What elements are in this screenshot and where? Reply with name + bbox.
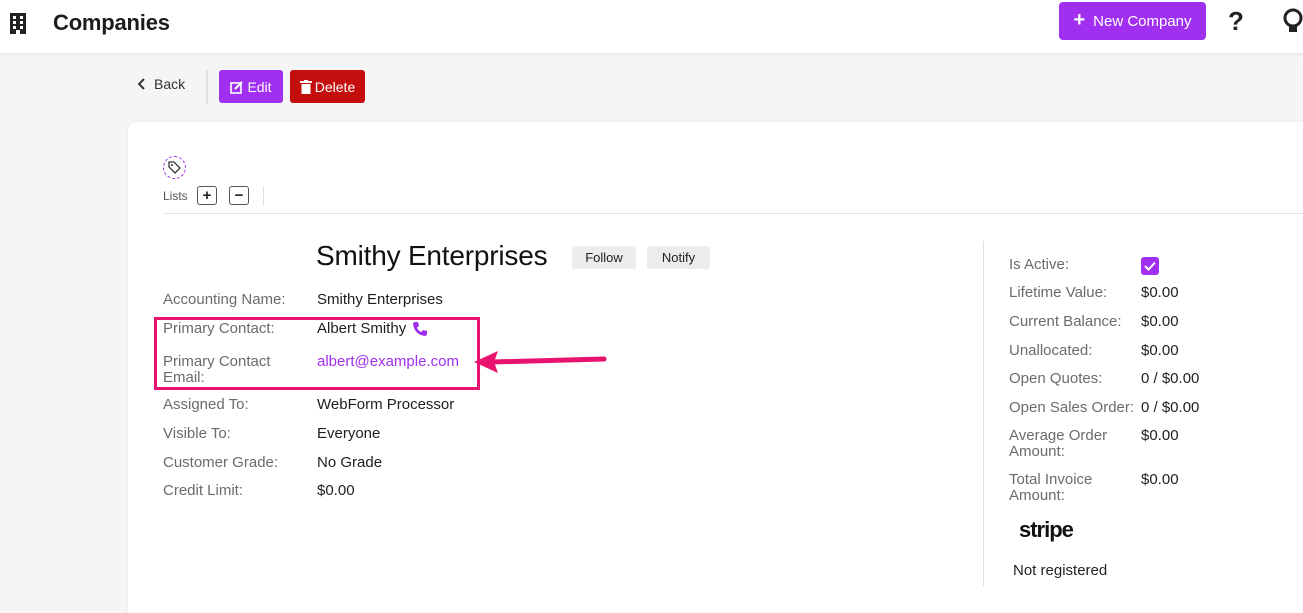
total-invoice-amount-value: $0.00	[1141, 471, 1179, 488]
new-company-button[interactable]: + New Company	[1059, 2, 1206, 40]
accounting-name-label: Accounting Name:	[163, 291, 286, 308]
open-quotes-value: 0 / $0.00	[1141, 370, 1200, 387]
tag-glyph-icon	[168, 161, 181, 174]
page-title: Companies	[53, 10, 170, 35]
card-divider	[163, 213, 1303, 214]
back-button[interactable]: Back	[138, 76, 185, 92]
average-order-amount-value: $0.00	[1141, 427, 1179, 444]
credit-limit-value: $0.00	[317, 482, 355, 499]
assigned-to-label: Assigned To:	[163, 396, 249, 413]
open-sales-order-value: 0 / $0.00	[1141, 399, 1200, 416]
edit-icon	[230, 80, 244, 94]
new-company-label: New Company	[1093, 12, 1192, 30]
plus-icon: +	[1073, 9, 1086, 31]
check-icon	[1144, 261, 1156, 271]
lifetime-value-value: $0.00	[1141, 284, 1179, 301]
total-invoice-amount-label: Total Invoice Amount:	[1009, 471, 1093, 504]
customer-grade-value: No Grade	[317, 454, 383, 471]
unallocated-value: $0.00	[1141, 342, 1179, 359]
is-active-checkbox[interactable]	[1141, 257, 1159, 275]
follow-button[interactable]: Follow	[572, 246, 636, 269]
lists-divider	[263, 186, 264, 206]
annotation-arrow	[474, 351, 607, 373]
current-balance-value: $0.00	[1141, 313, 1179, 330]
lightbulb-icon[interactable]	[1282, 8, 1303, 36]
edit-button[interactable]: Edit	[219, 70, 283, 103]
is-active-label: Is Active:	[1009, 256, 1070, 273]
summary-divider	[983, 241, 984, 586]
open-sales-order-label: Open Sales Order:	[1009, 399, 1135, 416]
credit-limit-label: Credit Limit:	[163, 482, 244, 499]
visible-to-label: Visible To:	[163, 425, 231, 442]
remove-list-button[interactable]: −	[229, 186, 249, 205]
delete-label: Delete	[314, 78, 356, 95]
chevron-left-icon	[138, 78, 145, 90]
company-name: Smithy Enterprises	[316, 240, 548, 271]
unallocated-label: Unallocated:	[1009, 342, 1093, 359]
lifetime-value-label: Lifetime Value:	[1009, 284, 1108, 301]
add-list-button[interactable]: +	[197, 186, 217, 205]
tag-icon[interactable]	[163, 156, 186, 179]
customer-grade-label: Customer Grade:	[163, 454, 279, 471]
current-balance-label: Current Balance:	[1009, 313, 1122, 330]
notify-button[interactable]: Notify	[647, 246, 710, 269]
help-icon[interactable]: ?	[1228, 6, 1244, 37]
stripe-status: Not registered	[1013, 562, 1108, 579]
accounting-name-value: Smithy Enterprises	[317, 291, 443, 308]
stripe-logo: stripe	[1019, 517, 1074, 542]
edit-label: Edit	[247, 78, 272, 95]
visible-to-value: Everyone	[317, 425, 381, 442]
lists-label: Lists	[163, 189, 188, 203]
building-icon	[10, 13, 26, 34]
back-label: Back	[154, 76, 186, 92]
open-quotes-label: Open Quotes:	[1009, 370, 1103, 387]
delete-button[interactable]: Delete	[290, 70, 365, 103]
assigned-to-value: WebForm Processor	[317, 396, 455, 413]
average-order-amount-label: Average Order Amount:	[1009, 427, 1108, 460]
top-bar: Companies + New Company ?	[0, 0, 1303, 54]
action-divider	[206, 70, 208, 104]
trash-icon	[299, 79, 312, 94]
highlight-box	[154, 317, 480, 390]
